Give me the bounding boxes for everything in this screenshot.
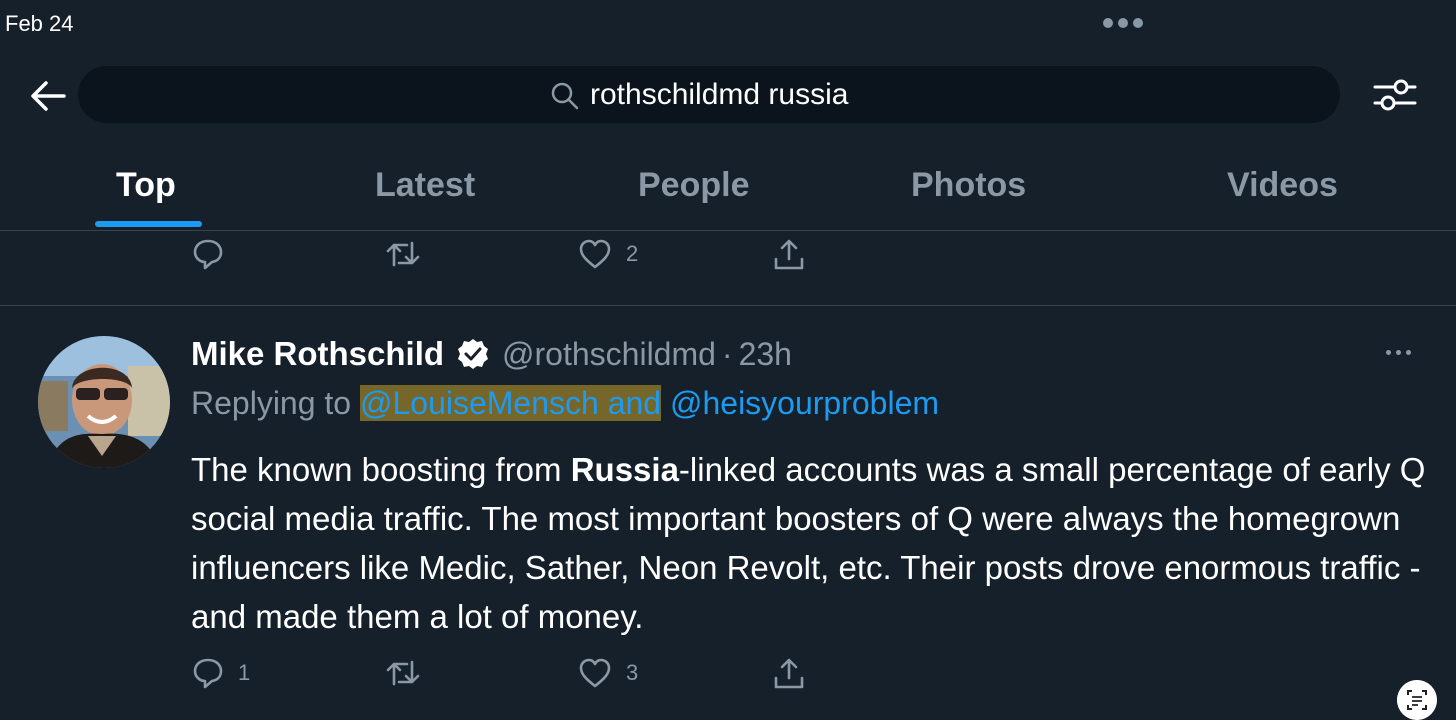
like-icon	[579, 658, 611, 688]
previous-tweet-actions: 2	[0, 237, 1456, 277]
tweet-actions: 1 3	[0, 656, 1456, 696]
author-name[interactable]: Mike Rothschild	[191, 335, 444, 373]
reply-count: 1	[238, 660, 251, 685]
share-icon	[774, 658, 804, 689]
mention-link[interactable]: @heisyourproblem	[670, 385, 939, 421]
more-icon[interactable]	[1103, 18, 1143, 28]
tab-top[interactable]: Top	[116, 166, 176, 205]
tab-photos[interactable]: Photos	[911, 166, 1026, 205]
reply-icon	[193, 239, 223, 270]
retweet-button[interactable]	[385, 656, 435, 690]
replying-prefix: Replying to	[191, 385, 352, 421]
retweet-icon	[386, 241, 420, 267]
tab-videos[interactable]: Videos	[1227, 166, 1338, 205]
like-count: 2	[626, 241, 639, 266]
reply-button[interactable]	[192, 237, 238, 271]
back-arrow-icon[interactable]	[28, 78, 68, 114]
tab-people[interactable]: People	[638, 166, 749, 205]
search-icon	[551, 82, 579, 110]
like-icon	[579, 239, 611, 269]
verified-badge-icon	[458, 339, 489, 369]
reply-icon	[193, 658, 223, 689]
filter-sliders-icon[interactable]	[1372, 76, 1418, 114]
status-bar: Feb 24	[0, 0, 1456, 50]
reply-button[interactable]: 1	[192, 656, 250, 690]
tweet-divider	[0, 305, 1456, 306]
status-date: Feb 24	[5, 11, 74, 36]
active-tab-indicator	[95, 221, 202, 227]
like-count: 3	[626, 660, 639, 685]
tweet-more-icon[interactable]	[1386, 350, 1411, 355]
meta-separator: ·	[721, 335, 733, 372]
author-handle[interactable]: @rothschildmd	[502, 336, 716, 373]
retweet-button[interactable]	[385, 237, 435, 271]
replying-to-line: Replying to @LouiseMensch and @heisyourp…	[191, 385, 939, 422]
like-button[interactable]: 2	[578, 237, 638, 271]
tab-latest[interactable]: Latest	[375, 166, 475, 205]
tweet-author-line: Mike Rothschild @rothschildmd · 23h	[191, 335, 792, 373]
retweet-icon	[386, 660, 420, 686]
tweet-time[interactable]: 23h	[739, 336, 792, 373]
mention-link[interactable]: @LouiseMensch and	[359, 385, 662, 421]
search-query[interactable]: rothschildmd russia	[590, 78, 848, 112]
tweet-text-part: The known boosting from	[191, 451, 571, 488]
share-button[interactable]	[772, 237, 806, 273]
share-button[interactable]	[772, 656, 806, 692]
text-scan-icon[interactable]	[1397, 680, 1437, 720]
search-term-highlight: Russia	[570, 451, 679, 488]
share-icon	[774, 239, 804, 270]
tweet-text: The known boosting from Russia-linked ac…	[191, 445, 1431, 641]
like-button[interactable]: 3	[578, 656, 638, 690]
avatar[interactable]	[38, 336, 170, 468]
